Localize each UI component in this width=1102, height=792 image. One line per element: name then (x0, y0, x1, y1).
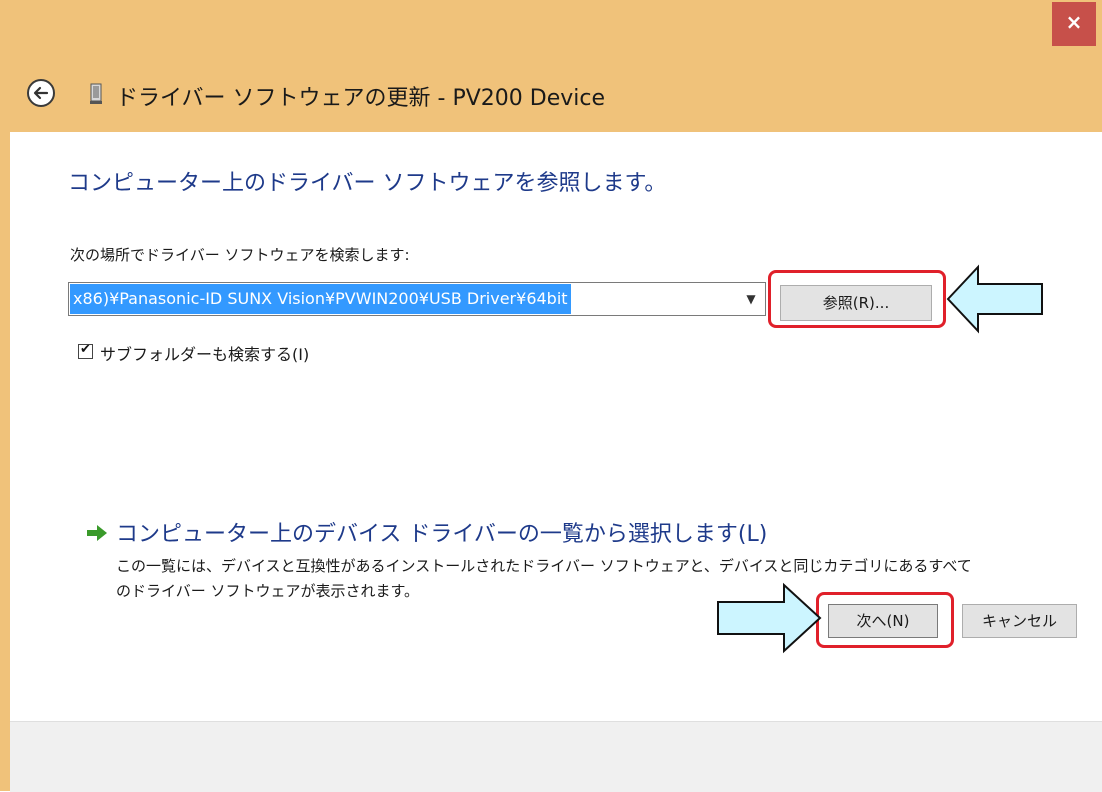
driver-path-combobox[interactable]: x86)¥Panasonic-ID SUNX Vision¥PVWIN200¥U… (68, 282, 766, 316)
browse-highlight-box (768, 270, 946, 328)
dialog-window: × ドライバー ソフトウェアの更新 - PV200 Device コンピューター… (0, 0, 1102, 792)
title-bar: × (0, 0, 1102, 48)
pick-from-list-link[interactable]: コンピューター上のデバイス ドライバーの一覧から選択します(L) (116, 516, 767, 548)
checkmark-icon: ✔ (80, 342, 91, 357)
dialog-footer (10, 721, 1102, 792)
subfolder-checkbox[interactable]: ✔ (78, 342, 93, 359)
close-button[interactable]: × (1052, 2, 1096, 46)
cancel-button[interactable]: キャンセル (962, 604, 1077, 638)
window-title: ドライバー ソフトウェアの更新 - PV200 Device (116, 86, 606, 111)
usb-device-icon (90, 83, 102, 104)
search-location-label: 次の場所でドライバー ソフトウェアを検索します: (70, 246, 410, 264)
page-heading: コンピューター上のドライバー ソフトウェアを参照します。 (68, 171, 667, 196)
chevron-down-icon[interactable]: ▼ (737, 283, 765, 315)
back-arrow-icon (33, 86, 49, 100)
back-button[interactable] (27, 79, 55, 107)
left-pointing-arrow-icon (946, 264, 1043, 334)
right-pointing-arrow-icon (717, 582, 822, 654)
next-highlight-box (816, 592, 954, 648)
subfolder-label: サブフォルダーも検索する(I) (100, 345, 310, 364)
driver-path-input[interactable]: x86)¥Panasonic-ID SUNX Vision¥PVWIN200¥U… (70, 284, 571, 314)
green-arrow-icon (87, 525, 107, 541)
dialog-header: ドライバー ソフトウェアの更新 - PV200 Device (0, 76, 1102, 120)
